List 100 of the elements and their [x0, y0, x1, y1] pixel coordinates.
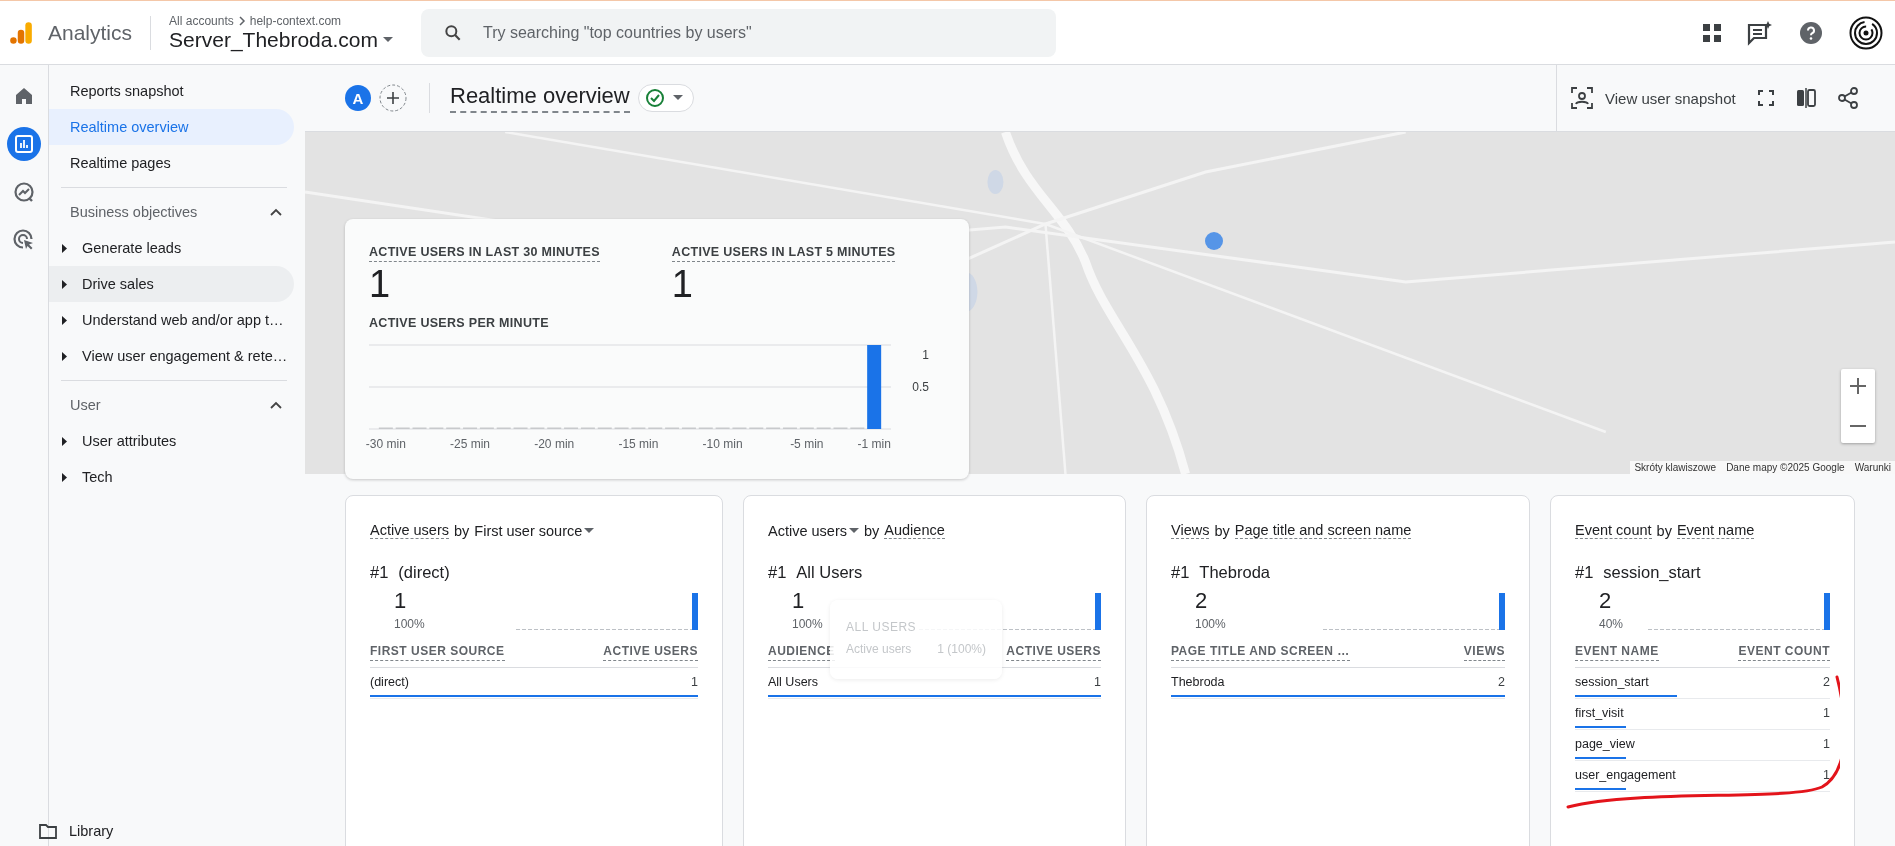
sidebar-item[interactable]: Reports snapshot [49, 73, 294, 109]
title-joiner: by [454, 522, 470, 539]
y-tick-label: 0.5 [912, 380, 929, 394]
top-item-value: 2 [1195, 588, 1209, 614]
column-header[interactable]: FIRST USER SOURCE [370, 644, 505, 661]
metric-value: 1 [671, 262, 694, 306]
x-tick-label: -30 min [365, 437, 406, 451]
account-avatar-icon[interactable] [1849, 15, 1883, 50]
column-header[interactable]: ACTIVE USERS [603, 644, 698, 661]
fullscreen-icon[interactable] [1757, 90, 1774, 106]
x-tick-label: -10 min [702, 437, 743, 451]
top-item-value: 1 [394, 588, 408, 614]
rail-nav-button[interactable] [7, 127, 41, 161]
sidebar-item[interactable]: Understand web and/or app t… [49, 302, 294, 338]
section-header[interactable]: User [49, 387, 299, 423]
caret-icon [584, 527, 595, 534]
x-tick-label: -20 min [534, 437, 575, 451]
expand-triangle-icon [62, 279, 68, 289]
sidebar-item[interactable]: Drive sales [49, 266, 294, 302]
x-tick-label: -1 min [857, 437, 891, 451]
expand-triangle-icon [62, 351, 68, 361]
column-header[interactable]: EVENT COUNT [1738, 644, 1830, 661]
top-item-name: (direct) [398, 563, 450, 582]
view-user-snapshot-button[interactable]: View user snapshot [1571, 87, 1736, 109]
search-field[interactable]: Try searching "top countries by users" [420, 8, 1056, 57]
library-link[interactable]: Library [35, 823, 299, 839]
top-item-name: Thebroda [1199, 563, 1270, 582]
metric-label[interactable]: ACTIVE USERS IN LAST 30 MINUTES [369, 245, 600, 262]
add-comparison-icon[interactable] [379, 84, 407, 112]
page-title: Realtime overview [450, 83, 630, 113]
metric-selector[interactable]: Active users [370, 522, 449, 539]
expand-triangle-icon [62, 472, 68, 482]
table-cell: 1 [1094, 675, 1101, 690]
y-tick-label: 1 [922, 348, 929, 362]
chevron-icon [270, 208, 282, 216]
table-cell: Thebroda [1171, 675, 1225, 690]
top-item-share: 100% [792, 617, 823, 631]
caret-icon [382, 36, 393, 43]
dimension-selector[interactable]: Event name [1676, 522, 1755, 539]
column-header[interactable]: ACTIVE USERS [1006, 644, 1101, 661]
top-item-share: 40% [1599, 617, 1624, 631]
comparison-badge[interactable]: A [345, 85, 371, 111]
x-tick-label: -5 min [790, 437, 824, 451]
bar-chart-icon [14, 134, 34, 154]
expand-triangle-icon [62, 436, 68, 446]
caret-icon [672, 95, 683, 101]
help-icon[interactable] [1799, 20, 1823, 45]
status-dropdown[interactable] [637, 84, 694, 112]
table-cell: page_view [1575, 737, 1635, 752]
sidebar-item[interactable]: Generate leads [49, 230, 294, 266]
person-frame-icon [1571, 87, 1593, 109]
compare-columns-icon[interactable] [1795, 88, 1816, 108]
dimension-selector[interactable]: First user source [474, 522, 595, 539]
property-selector[interactable]: Server_Thebroda.com [169, 27, 393, 52]
top-item-share: 100% [394, 617, 425, 631]
chart-bar[interactable] [867, 345, 882, 429]
feedback-icon[interactable] [1747, 19, 1773, 46]
dimension-selector[interactable]: Page title and screen name [1234, 522, 1412, 539]
table-cell: session_start [1575, 675, 1649, 690]
share-icon[interactable] [1837, 87, 1858, 109]
tooltip-value: 1 (100%) [937, 642, 986, 656]
sidebar-item[interactable]: Tech [49, 459, 294, 495]
top-item-value: 2 [1599, 588, 1613, 614]
map-attribution-link[interactable]: Skróty klawiszowe [1634, 462, 1717, 473]
sidebar-item[interactable]: User attributes [49, 423, 294, 459]
metric-selector[interactable]: Event count [1575, 522, 1652, 539]
table-cell: 2 [1823, 675, 1830, 690]
section-header[interactable]: Business objectives [49, 194, 299, 230]
column-header[interactable]: PAGE TITLE AND SCREEN … [1171, 644, 1350, 661]
sidebar-item[interactable]: View user engagement & rete… [49, 338, 294, 374]
dimension-selector[interactable]: Audience [884, 522, 945, 539]
breadcrumb-link[interactable]: All accounts [169, 13, 234, 28]
chevron-right-icon [237, 15, 246, 26]
sidebar-item[interactable]: Realtime overview [49, 109, 294, 145]
column-header[interactable]: EVENT NAME [1575, 644, 1659, 661]
breadcrumb-link[interactable]: help-context.com [249, 13, 342, 28]
metric-label[interactable]: ACTIVE USERS IN LAST 5 MINUTES [671, 245, 896, 262]
tooltip-metric: Active users [846, 642, 912, 656]
chart-title: ACTIVE USERS PER MINUTE [369, 316, 549, 332]
top-item-value: 1 [792, 588, 806, 614]
table-cell: All Users [768, 675, 818, 690]
table-cell: 1 [1823, 768, 1830, 783]
caret-icon [849, 527, 859, 534]
metric-selector[interactable]: Active users [768, 522, 859, 539]
table-cell: 1 [1823, 737, 1830, 752]
apps-grid-icon[interactable] [1703, 23, 1721, 42]
map-attribution-link[interactable]: Dane mapy ©2025 Google [1726, 462, 1845, 473]
expand-triangle-icon [62, 315, 68, 325]
table-cell: (direct) [370, 675, 409, 690]
analytics-logo-icon [8, 19, 34, 46]
trend-magnifier-icon [13, 181, 35, 203]
map-attribution-link[interactable]: Warunki [1854, 462, 1891, 473]
column-header[interactable]: VIEWS [1463, 644, 1505, 661]
top-item-name: session_start [1603, 563, 1701, 582]
metric-selector[interactable]: Views [1171, 522, 1210, 539]
sidebar-item[interactable]: Realtime pages [49, 145, 294, 181]
top-item-name: All Users [796, 563, 863, 582]
target-cursor-icon [13, 229, 35, 251]
chevron-icon [270, 401, 282, 409]
top-item-share: 100% [1195, 617, 1226, 631]
